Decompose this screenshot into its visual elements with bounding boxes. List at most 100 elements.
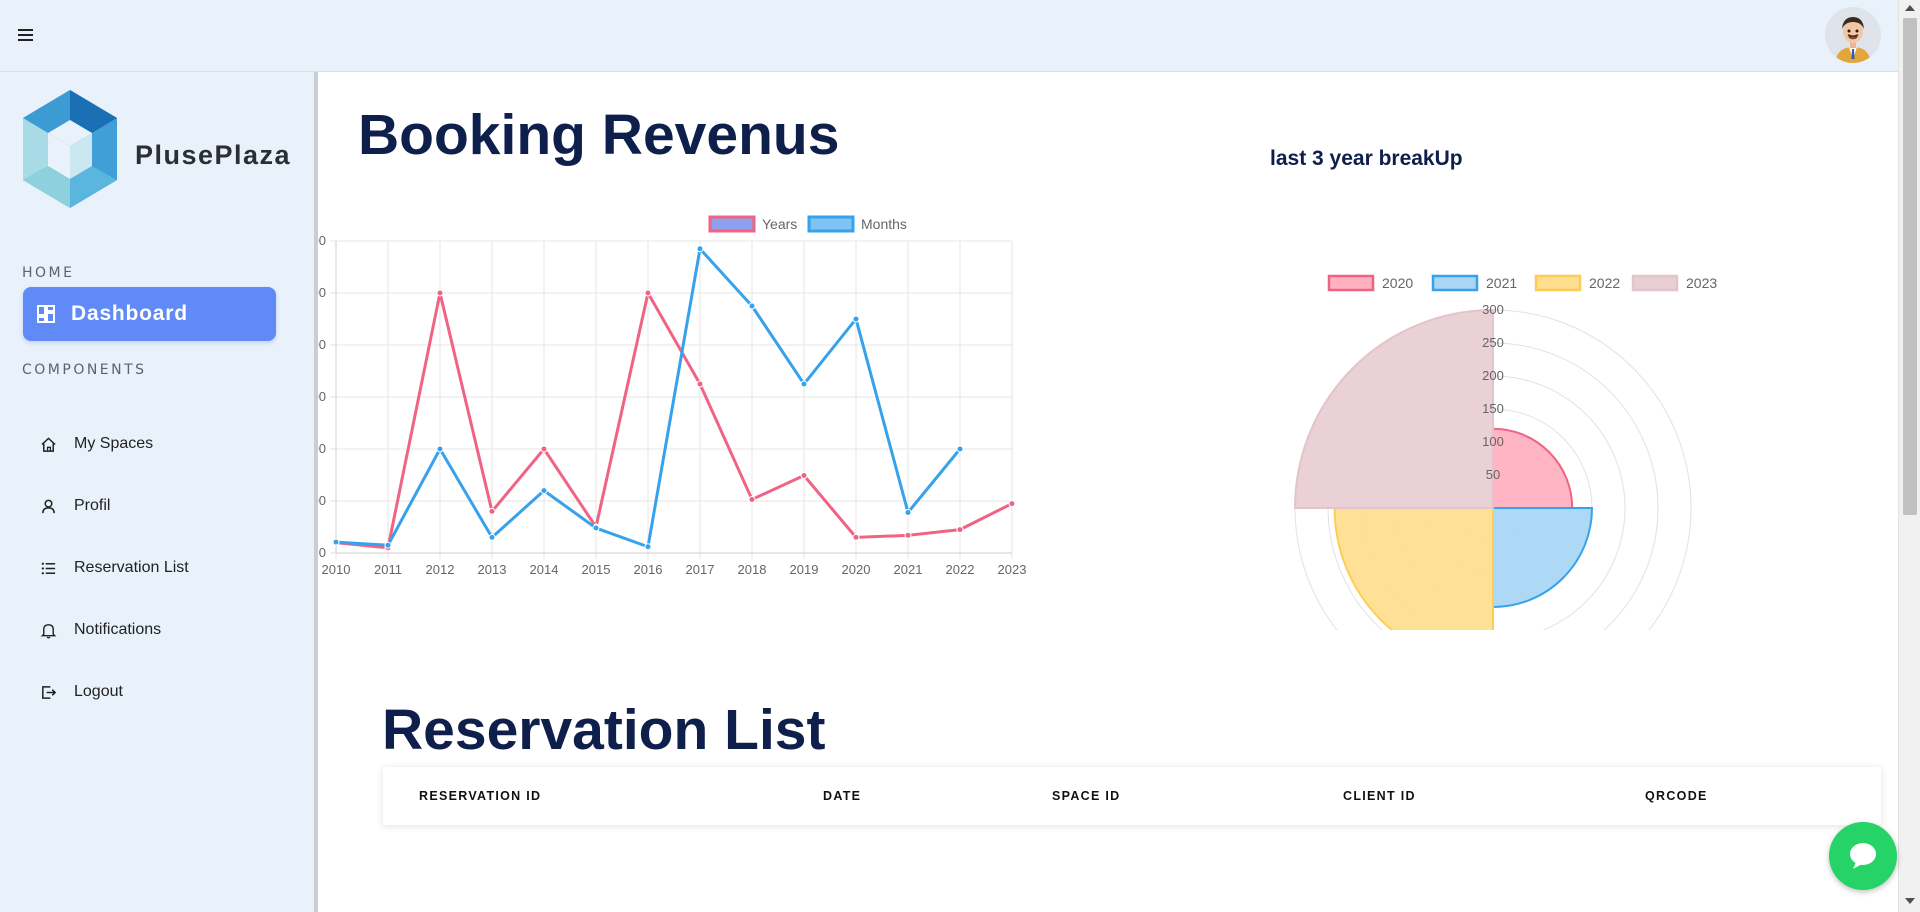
scroll-up-arrow-icon[interactable] (1905, 5, 1915, 11)
point-years-2012 (436, 289, 444, 297)
chart-legend: Years Months (708, 215, 907, 233)
polar-tick-label-0: 50 (1486, 467, 1500, 482)
polar-tick-label-4: 250 (1482, 335, 1504, 350)
dashboard-icon (37, 305, 55, 323)
point-years-2018 (748, 495, 756, 503)
nav-dashboard-label: Dashboard (71, 302, 188, 325)
point-years-2019 (800, 472, 808, 480)
legend-label-1: Months (861, 216, 907, 232)
legend-label-0: Years (762, 216, 797, 232)
point-years-2013 (488, 507, 496, 515)
point-months-2011 (384, 541, 392, 549)
polar-legend-label-2022: 2022 (1589, 275, 1620, 291)
y-tick-label-5: 5,000 (318, 285, 326, 300)
polar-sector-2022 (1333, 507, 1494, 630)
x-tick-label-8: 2018 (738, 562, 767, 577)
table-header-space-id: SPACE ID (1052, 789, 1121, 803)
breakup-title: last 3 year breakUp (1270, 147, 1463, 170)
nav-logout[interactable]: Logout (40, 672, 280, 712)
top-bar (0, 0, 1898, 72)
scroll-thumb[interactable] (1903, 18, 1917, 515)
polar-tick-label-2: 150 (1482, 401, 1504, 416)
nav-profil[interactable]: Profil (40, 486, 280, 526)
polar-sector-2023 (1293, 308, 1494, 509)
x-tick-label-2: 2012 (426, 562, 455, 577)
scroll-down-arrow-icon[interactable] (1905, 898, 1915, 904)
chat-button[interactable] (1829, 822, 1897, 890)
y-tick-label-4: 4,000 (318, 337, 326, 352)
point-years-2023 (1008, 500, 1016, 508)
point-years-2020 (852, 533, 860, 541)
table-header-qrcode: QRCODE (1645, 789, 1708, 803)
point-years-2014 (540, 445, 548, 453)
point-years-2022 (956, 526, 964, 534)
nav-reservation-list-label: Reservation List (74, 559, 189, 576)
x-tick-label-4: 2014 (530, 562, 559, 577)
y-tick-label-1: 1,000 (318, 493, 326, 508)
point-years-2017 (696, 380, 704, 388)
nav-my-spaces-label: My Spaces (74, 435, 154, 452)
brand-name: PlusePlaza (135, 140, 292, 170)
polar-sector-2020 (1492, 427, 1574, 509)
user-avatar[interactable] (1825, 7, 1881, 63)
logout-icon (42, 685, 57, 699)
point-months-2017 (696, 245, 704, 253)
hamburger-icon[interactable] (18, 24, 40, 46)
legend-swatch-0 (708, 215, 756, 233)
table-header-client-id: CLIENT ID (1343, 789, 1416, 803)
home-icon (41, 436, 56, 452)
booking-revenue-chart: 0 1,000 2,000 3,000 4,000 5,000 6,000 2010 2011 2… (318, 215, 1026, 577)
nav-notifications[interactable]: Notifications (40, 610, 280, 650)
breakup-polar-chart: 50 100 150 200 250 300 2020 2021 2022 2023 (1293, 274, 1717, 630)
point-months-2022 (956, 445, 964, 453)
point-months-2010 (332, 538, 340, 546)
nav-profil-label: Profil (74, 497, 111, 514)
nav-dashboard[interactable]: Dashboard (23, 287, 276, 341)
point-months-2020 (852, 315, 860, 323)
polar-legend-label-2021: 2021 (1486, 275, 1517, 291)
polar-tick-label-5: 300 (1482, 302, 1504, 317)
booking-revenue-title: Booking Revenus (358, 103, 840, 167)
x-tick-label-11: 2021 (894, 562, 923, 577)
user-icon (42, 499, 55, 513)
polar-legend: 2020 2021 2022 2023 (1327, 274, 1717, 292)
x-tick-label-7: 2017 (686, 562, 715, 577)
polar-legend-label-2020: 2020 (1382, 275, 1413, 291)
x-tick-label-12: 2022 (946, 562, 975, 577)
chat-bubble-icon (1850, 843, 1876, 869)
y-tick-label-6: 6,000 (318, 233, 326, 248)
x-tick-label-3: 2013 (478, 562, 507, 577)
bell-icon (40, 623, 57, 639)
x-tick-label-0: 2010 (322, 562, 351, 577)
list-icon (41, 562, 56, 574)
table-header-date: DATE (823, 789, 862, 803)
polar-legend-swatch-2021 (1431, 274, 1479, 292)
x-tick-label-9: 2019 (790, 562, 819, 577)
point-years-2021 (904, 531, 912, 539)
point-months-2021 (904, 508, 912, 516)
nav-logout-label: Logout (74, 683, 123, 700)
nav-reservation-list[interactable]: Reservation List (40, 548, 280, 588)
polar-sector-2021 (1492, 507, 1594, 609)
section-label-components: COMPONENTS (22, 362, 147, 378)
point-months-2013 (488, 533, 496, 541)
nav-my-spaces[interactable]: My Spaces (40, 424, 280, 464)
polar-legend-swatch-2023 (1631, 274, 1679, 292)
brand[interactable]: PlusePlaza (20, 88, 300, 212)
point-months-2016 (644, 543, 652, 551)
section-label-home: HOME (22, 265, 75, 281)
polar-legend-swatch-2022 (1534, 274, 1582, 292)
page-scrollbar[interactable] (1898, 0, 1920, 912)
point-years-2016 (644, 289, 652, 297)
x-tick-label-6: 2016 (634, 562, 663, 577)
reservation-list-title: Reservation List (382, 698, 826, 762)
y-tick-label-0: 0 (319, 545, 326, 560)
point-months-2018 (748, 302, 756, 310)
table-header-reservation-id: RESERVATION ID (419, 789, 542, 803)
y-tick-label-3: 3,000 (318, 389, 326, 404)
point-months-2014 (540, 487, 548, 495)
polar-tick-label-3: 200 (1482, 368, 1504, 383)
point-months-2019 (800, 380, 808, 388)
x-tick-label-1: 2011 (374, 562, 402, 577)
reservation-table: RESERVATION ID DATE SPACE ID CLIENT ID Q… (383, 767, 1881, 825)
